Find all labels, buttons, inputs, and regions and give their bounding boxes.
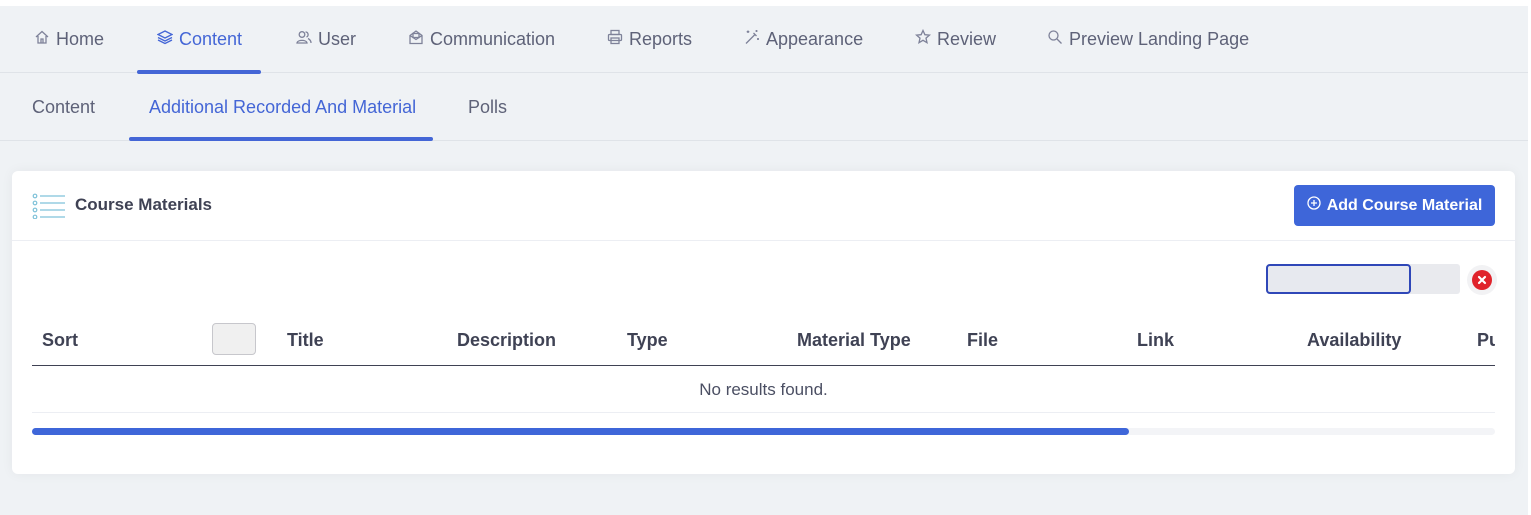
- column-header-clipped: Pu: [1477, 321, 1495, 359]
- column-header-type[interactable]: Type: [627, 321, 668, 359]
- nav-item-label: Content: [179, 29, 243, 49]
- list-icon: [32, 193, 66, 220]
- nav-item-home[interactable]: Home: [34, 6, 104, 73]
- nav-item-label: Appearance: [766, 29, 864, 49]
- select-all-checkbox[interactable]: [212, 323, 256, 355]
- column-header-material-type[interactable]: Material Type: [797, 321, 911, 359]
- scrollbar-thumb[interactable]: [32, 428, 1130, 435]
- home-icon: [34, 29, 50, 50]
- search-box: [1266, 264, 1460, 294]
- search-input[interactable]: [1266, 264, 1411, 294]
- main-nav: Home Content User Communication Reports …: [0, 6, 1528, 74]
- horizontal-scrollbar[interactable]: [32, 428, 1495, 435]
- nav-item-appearance[interactable]: Appearance: [744, 6, 863, 73]
- nav-item-label: Home: [56, 29, 105, 49]
- course-materials-card: Course Materials Add Course Material Sor…: [12, 171, 1515, 474]
- column-header-title[interactable]: Title: [287, 321, 324, 359]
- tab-content[interactable]: Content: [32, 73, 95, 141]
- card-header: Course Materials Add Course Material: [12, 171, 1515, 241]
- tab-additional-recorded-and-material[interactable]: Additional Recorded And Material: [149, 73, 416, 141]
- star-icon: [914, 28, 932, 50]
- column-header-pu[interactable]: Pu: [1477, 321, 1495, 359]
- tab-polls[interactable]: Polls: [468, 73, 507, 141]
- sub-nav: Content Additional Recorded And Material…: [0, 73, 1528, 141]
- nav-item-label: Preview Landing Page: [1069, 29, 1250, 49]
- envelope-icon: [408, 29, 424, 50]
- nav-item-label: Communication: [430, 29, 556, 49]
- users-icon: [296, 29, 312, 50]
- nav-item-user[interactable]: User: [296, 6, 356, 73]
- nav-item-review[interactable]: Review: [914, 6, 997, 73]
- nav-item-content[interactable]: Content: [156, 6, 243, 73]
- magic-wand-icon: [744, 29, 760, 50]
- column-header-availability[interactable]: Availability: [1307, 321, 1401, 359]
- nav-item-label: User: [318, 29, 357, 49]
- plus-circle-icon: [1307, 196, 1321, 215]
- column-header-description[interactable]: Description: [457, 321, 556, 359]
- add-course-material-button[interactable]: Add Course Material: [1294, 185, 1495, 226]
- empty-results-row: No results found.: [32, 367, 1495, 413]
- column-header-file[interactable]: File: [967, 321, 998, 359]
- printer-icon: [607, 29, 623, 50]
- nav-item-reports[interactable]: Reports: [607, 6, 692, 73]
- card-title: Course Materials: [75, 195, 212, 214]
- clear-search-button[interactable]: [1467, 265, 1497, 295]
- active-subtab-indicator: [129, 137, 433, 141]
- nav-item-label: Review: [937, 29, 997, 49]
- column-header-sort[interactable]: Sort: [42, 321, 78, 359]
- table-header-row: Sort Title Description Type Material Typ…: [32, 321, 1495, 366]
- add-button-label: Add Course Material: [1326, 196, 1483, 214]
- layers-icon: [156, 29, 174, 50]
- nav-item-communication[interactable]: Communication: [408, 6, 555, 73]
- close-circle-icon: [1472, 270, 1492, 290]
- search-icon: [1047, 29, 1063, 50]
- nav-item-preview-landing-page[interactable]: Preview Landing Page: [1047, 6, 1249, 73]
- nav-item-label: Reports: [629, 29, 693, 49]
- column-header-link[interactable]: Link: [1137, 321, 1174, 359]
